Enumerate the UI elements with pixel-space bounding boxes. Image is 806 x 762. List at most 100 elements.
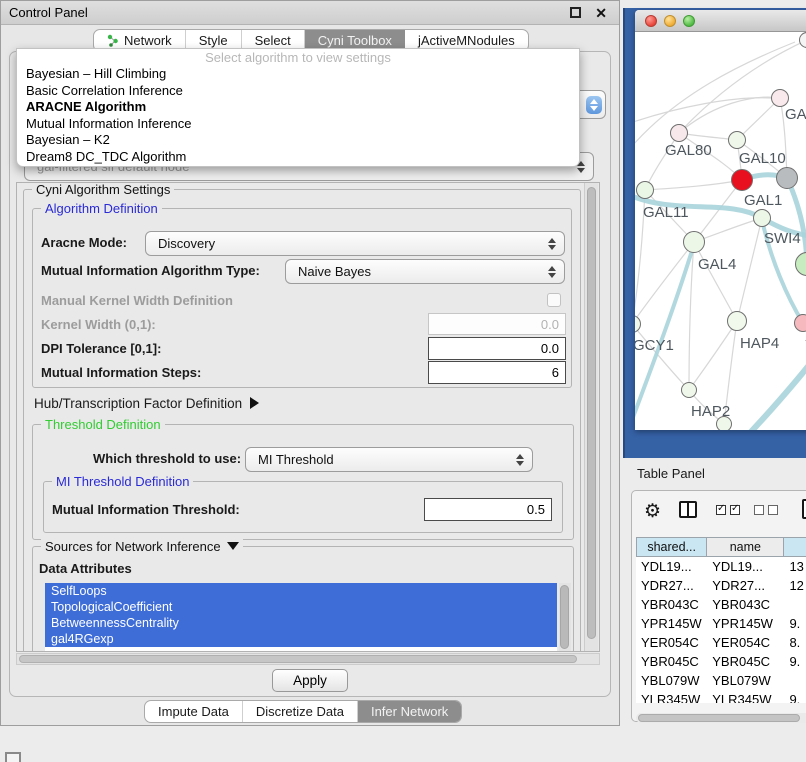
network-view-window: GALGAL80GAL10GAL1GAL11SWI4GAL4GCY1HAP4YH…	[635, 10, 806, 430]
attribute-item-selected[interactable]: TopologicalCoefficient	[45, 599, 557, 615]
mac-zoom-icon[interactable]	[683, 15, 695, 27]
network-node-gal80[interactable]	[670, 124, 688, 142]
table-panel-title: Table Panel	[637, 466, 705, 481]
mi-type-combobox[interactable]: Naive Bayes	[285, 259, 565, 284]
node-label: HAP4	[740, 335, 779, 352]
mac-close-icon[interactable]	[645, 15, 657, 27]
table-column-header[interactable]	[784, 537, 806, 557]
table-row[interactable]: YBL079WYBL079W	[636, 671, 806, 690]
node-label: GCY1	[635, 337, 674, 354]
table-row[interactable]: YBR043CYBR043C	[636, 595, 806, 614]
mac-minimize-icon[interactable]	[664, 15, 676, 27]
aracne-mode-label: Aracne Mode:	[41, 235, 127, 250]
mi-threshold-group-title: MI Threshold Definition	[52, 474, 193, 489]
control-panel-titlebar: Control Panel ✕	[1, 1, 619, 25]
mi-steps-field[interactable]: 6	[428, 361, 566, 384]
aracne-mode-combobox[interactable]: Discovery	[145, 231, 565, 256]
network-node-gal[interactable]	[771, 89, 789, 107]
table-column-header[interactable]: name	[707, 537, 784, 557]
columns-icon[interactable]	[679, 501, 697, 518]
settings-vertical-scrollbar[interactable]	[584, 183, 598, 651]
table-row[interactable]: YBR045CYBR045C9.	[636, 652, 806, 671]
deselect-all-icon[interactable]	[754, 505, 778, 515]
dropdown-list: Bayesian – Hill ClimbingBasic Correlatio…	[17, 66, 579, 165]
hub-section-toggle[interactable]: Hub/Transcription Factor Definition	[34, 396, 259, 411]
which-threshold-combobox[interactable]: MI Threshold	[245, 447, 533, 472]
table-body: YDL19...YDL19...13YDR27...YDR27...12YBR0…	[636, 557, 806, 703]
kernel-width-label: Kernel Width (0,1):	[41, 317, 156, 332]
dpi-tolerance-field[interactable]: 0.0	[428, 337, 566, 360]
network-node-gal11[interactable]	[636, 181, 654, 199]
dropdown-item[interactable]: Mutual Information Inference	[17, 116, 579, 133]
float-window-icon[interactable]	[570, 7, 581, 18]
gear-icon[interactable]: ⚙	[644, 501, 661, 523]
network-node-y[interactable]	[794, 314, 806, 332]
network-node-hap2[interactable]	[681, 382, 697, 398]
node-table: shared...name YDL19...YDL19...13YDR27...…	[636, 537, 806, 703]
cyni-toolbox-panel: gal-filtered sif default node Select alg…	[9, 51, 611, 697]
network-canvas[interactable]: GALGAL80GAL10GAL1GAL11SWI4GAL4GCY1HAP4YH…	[635, 32, 806, 430]
aracne-mode-value: Discovery	[146, 236, 544, 251]
network-node-gal10[interactable]	[728, 131, 746, 149]
threshold-definition-group: Threshold Definition Which threshold to …	[32, 424, 574, 540]
attribute-item-selected[interactable]: gal4RGexp	[45, 631, 557, 647]
kernel-width-field[interactable]: 0.0	[428, 313, 566, 335]
network-node[interactable]	[776, 167, 798, 189]
algorithm-definition-group: Algorithm Definition Aracne Mode: Discov…	[32, 208, 572, 388]
select-all-checked-icon[interactable]	[716, 505, 740, 515]
table-header-row: shared...name	[636, 537, 806, 557]
dropdown-item[interactable]: Dream8 DC_TDC Algorithm	[17, 149, 579, 166]
node-label: GAL11	[643, 204, 689, 221]
table-row[interactable]: YDL19...YDL19...13	[636, 557, 806, 576]
attributes-scrollbar[interactable]	[559, 583, 571, 652]
table-row[interactable]: YDR27...YDR27...12	[636, 576, 806, 595]
table-column-header[interactable]: shared...	[636, 537, 707, 557]
which-threshold-value: MI Threshold	[246, 452, 512, 467]
network-icon	[107, 34, 119, 47]
apply-button[interactable]: Apply	[272, 669, 348, 692]
table-row[interactable]: YER054CYER054C8.	[636, 633, 806, 652]
tab-discretize-data[interactable]: Discretize Data	[243, 701, 358, 722]
table-row[interactable]: YPR145WYPR145W9.	[636, 614, 806, 633]
dropdown-item[interactable]: Bayesian – Hill Climbing	[17, 66, 579, 83]
network-node-gal1[interactable]	[731, 169, 753, 191]
algorithm-definition-title: Algorithm Definition	[41, 201, 162, 216]
table-row[interactable]: YLR345WYLR345W9.	[636, 690, 806, 703]
cyni-bottom-tabbar: Impute DataDiscretize DataInfer Network	[144, 700, 462, 723]
cyni-algorithm-settings-group: Cyni Algorithm Settings Algorithm Defini…	[23, 189, 581, 652]
mi-threshold-field[interactable]: 0.5	[424, 498, 552, 521]
spinner-arrows-icon	[544, 238, 560, 250]
network-node-hap4[interactable]	[727, 311, 747, 331]
tab-impute-data[interactable]: Impute Data	[145, 701, 243, 722]
spinner-arrows-icon	[544, 266, 560, 278]
dropdown-item[interactable]: Basic Correlation Inference	[17, 83, 579, 100]
expand-right-icon	[250, 397, 259, 409]
table-horizontal-scrollbar[interactable]	[636, 713, 806, 723]
network-window-titlebar	[635, 10, 806, 32]
dpi-tolerance-label: DPI Tolerance [0,1]:	[41, 341, 161, 356]
data-attributes-list: SelfLoopsTopologicalCoefficientBetweenne…	[45, 583, 557, 652]
spinner-arrows-focused-icon	[586, 96, 602, 114]
attribute-item-selected[interactable]: SelfLoops	[45, 583, 557, 599]
settings-horizontal-scrollbar[interactable]	[16, 653, 600, 665]
network-node-swi4[interactable]	[753, 209, 771, 227]
sources-group-title[interactable]: Sources for Network Inference	[41, 539, 243, 554]
manual-kernel-checkbox[interactable]	[547, 293, 561, 307]
node-label: GAL80	[665, 142, 712, 159]
dropdown-item[interactable]: Bayesian – K2	[17, 132, 579, 149]
document-icon[interactable]	[802, 499, 806, 519]
cyni-algorithm-settings-title: Cyni Algorithm Settings	[32, 182, 174, 197]
network-desktop: GALGAL80GAL10GAL1GAL11SWI4GAL4GCY1HAP4YH…	[623, 8, 806, 458]
mi-type-label: Mutual Information Algorithm Type:	[41, 263, 260, 278]
spinner-arrows-icon	[512, 454, 528, 466]
mi-threshold-group: MI Threshold Definition Mutual Informati…	[43, 481, 563, 533]
dropdown-hint: Select algorithm to view settings	[17, 49, 579, 66]
tab-infer-network[interactable]: Infer Network	[358, 701, 461, 722]
attribute-item-selected[interactable]: BetweennessCentrality	[45, 615, 557, 631]
mi-threshold-label: Mutual Information Threshold:	[52, 502, 240, 517]
close-icon[interactable]: ✕	[595, 4, 607, 22]
network-node-gal4[interactable]	[683, 231, 705, 253]
network-node[interactable]	[716, 416, 732, 430]
dropdown-item[interactable]: ARACNE Algorithm	[17, 99, 579, 116]
mi-steps-label: Mutual Information Steps:	[41, 365, 201, 380]
